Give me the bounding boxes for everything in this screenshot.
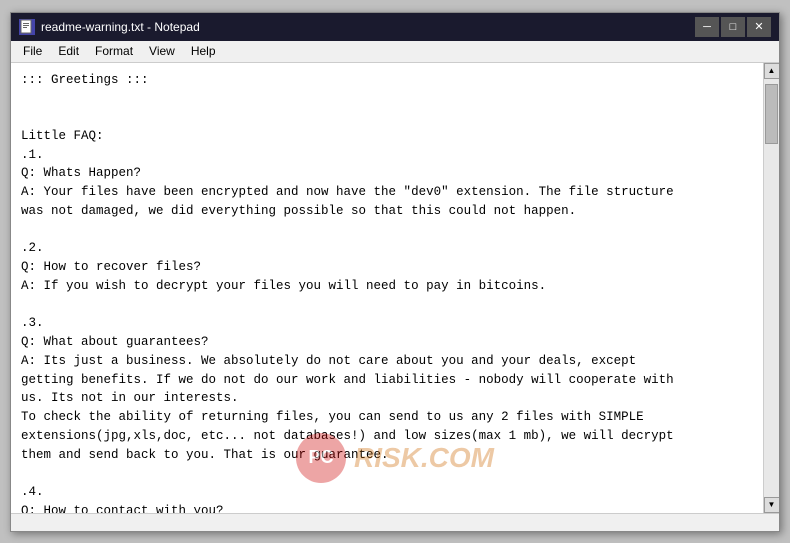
scroll-down-button[interactable]: ▼ <box>764 497 780 513</box>
menu-file[interactable]: File <box>15 42 50 60</box>
window-title: readme-warning.txt - Notepad <box>41 20 695 34</box>
minimize-button[interactable]: ─ <box>695 17 719 37</box>
scroll-track[interactable] <box>764 79 779 497</box>
close-button[interactable]: ✕ <box>747 17 771 37</box>
menu-format[interactable]: Format <box>87 42 141 60</box>
content-area: ::: Greetings ::: Little FAQ: .1. Q: Wha… <box>11 63 779 513</box>
notepad-window: readme-warning.txt - Notepad ─ □ ✕ File … <box>10 12 780 532</box>
menu-help[interactable]: Help <box>183 42 224 60</box>
app-icon <box>19 19 35 35</box>
text-editor[interactable]: ::: Greetings ::: Little FAQ: .1. Q: Wha… <box>11 63 763 513</box>
title-bar: readme-warning.txt - Notepad ─ □ ✕ <box>11 13 779 41</box>
menu-bar: File Edit Format View Help <box>11 41 779 63</box>
maximize-button[interactable]: □ <box>721 17 745 37</box>
menu-edit[interactable]: Edit <box>50 42 87 60</box>
scroll-up-button[interactable]: ▲ <box>764 63 780 79</box>
menu-view[interactable]: View <box>141 42 183 60</box>
scroll-thumb[interactable] <box>765 84 778 144</box>
status-bar <box>11 513 779 531</box>
window-controls: ─ □ ✕ <box>695 17 771 37</box>
scrollbar[interactable]: ▲ ▼ <box>763 63 779 513</box>
